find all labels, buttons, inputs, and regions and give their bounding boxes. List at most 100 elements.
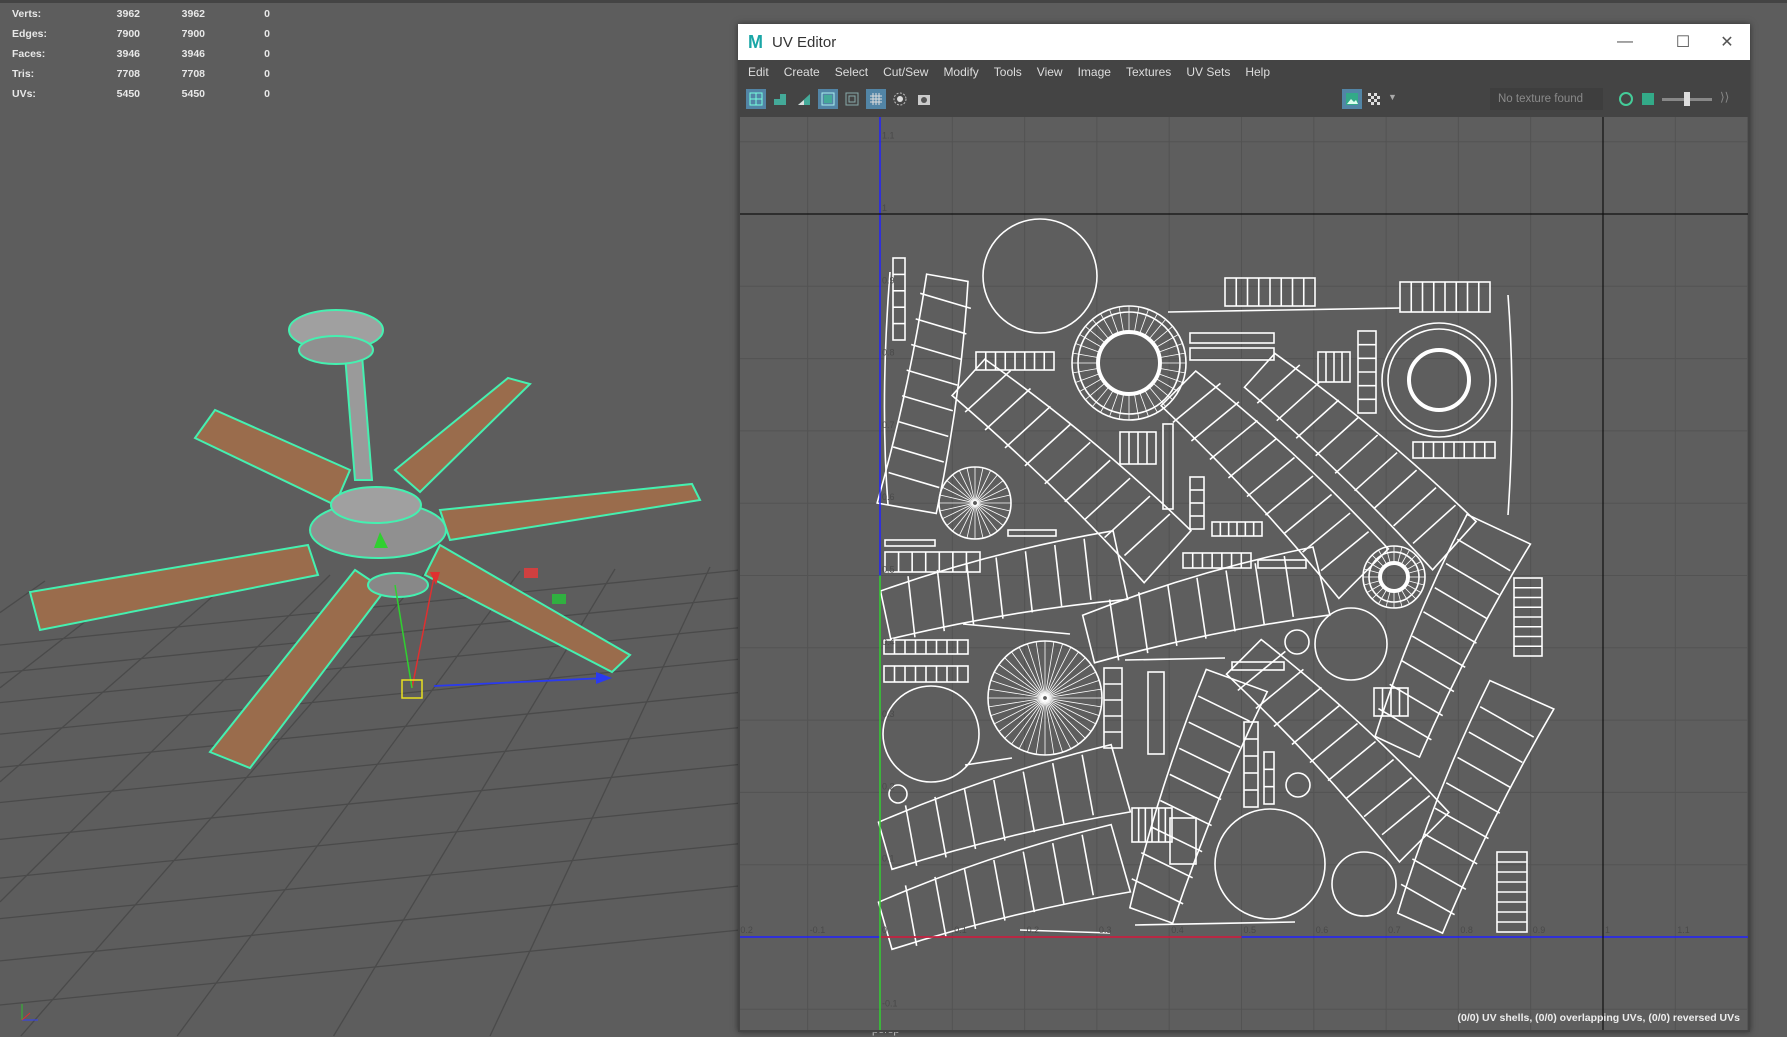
title-bar[interactable]: M UV Editor — ☐ ✕: [738, 24, 1750, 60]
uv-shell-strip: [1119, 431, 1157, 465]
hud-value: 0: [264, 8, 270, 20]
menu-textures[interactable]: Textures: [1126, 65, 1171, 79]
uv-edge: [1423, 832, 1478, 865]
uv-edge: [975, 467, 984, 502]
uv-edge: [1283, 555, 1295, 617]
uv-shell-blade: [1374, 513, 1532, 759]
shaded-uv-button[interactable]: [770, 89, 790, 109]
hud-label: Faces:: [12, 48, 46, 60]
uv-boundary-button[interactable]: [818, 89, 838, 109]
menu-cut-sew[interactable]: Cut/Sew: [883, 65, 928, 79]
menu-modify[interactable]: Modify: [943, 65, 978, 79]
hud-row-edges: Edges: 7900 7900 0: [12, 24, 270, 44]
uv-shell-blade: [1396, 679, 1555, 935]
uv-shell-strip: [1317, 351, 1351, 383]
uv-edge: [1246, 456, 1296, 498]
uv-edge: [1479, 705, 1535, 738]
menu-create[interactable]: Create: [784, 65, 820, 79]
uv-canvas[interactable]: -0.2 -0.1 0 0.1 0.2 0.3 0.4 0.5 0.6 0.7 0.8 0.9 1 1.1…: [740, 117, 1748, 1030]
minimize-icon: —: [1617, 33, 1633, 50]
menu-help[interactable]: Help: [1245, 65, 1270, 79]
uv-edge: [1022, 851, 1036, 913]
v-tick-label: 0.4: [882, 637, 895, 647]
image-toggle-button[interactable]: [1638, 89, 1658, 109]
checker-button[interactable]: [1364, 89, 1384, 109]
uv-shell-outline: [1396, 679, 1555, 935]
fan-blade: [208, 568, 387, 770]
uv-edge: [1045, 699, 1063, 753]
uv-edge: [1407, 568, 1425, 574]
uv-edge: [1411, 635, 1466, 669]
uv-edge: [1320, 530, 1370, 572]
uv-shell-blade: [877, 743, 1132, 871]
uv-shell-strip: [1007, 529, 1057, 537]
menu-uv-sets[interactable]: UV Sets: [1186, 65, 1230, 79]
rgb-channels-button[interactable]: [1616, 89, 1636, 109]
uv-edge: [1064, 459, 1111, 503]
uv-edge: [1423, 611, 1477, 644]
maximize-button[interactable]: ☐: [1660, 24, 1706, 60]
uv-edge: [1046, 698, 1100, 716]
fan-light-cap: [367, 572, 429, 598]
window-title: UV Editor: [772, 33, 837, 51]
uv-edge: [1381, 794, 1431, 836]
fan-blade: [393, 376, 532, 494]
uv-shell-disc: [1214, 808, 1326, 920]
u-tick-label: 0.5: [1244, 925, 1257, 935]
v-tick-label: 0.1: [882, 854, 895, 864]
uv-shell-strip: [883, 665, 969, 683]
menu-image[interactable]: Image: [1078, 65, 1111, 79]
uv-shell-strip: [1412, 441, 1496, 459]
fan-stem: [343, 354, 374, 481]
uv-edge: [1363, 776, 1413, 818]
uv-shell-outline: [1159, 369, 1390, 600]
distortion-button[interactable]: [794, 89, 814, 109]
uv-shell-strip: [1162, 423, 1174, 510]
v-tick-label: 0.2: [882, 781, 895, 791]
slider-handle[interactable]: [1684, 92, 1690, 106]
pixel-snap-button[interactable]: [890, 89, 910, 109]
dropdown-arrow-icon[interactable]: ▼: [1388, 92, 1397, 102]
tile-view-button[interactable]: [746, 89, 766, 109]
uv-edge: [1283, 493, 1333, 535]
uv-shell-disc: [1362, 545, 1426, 609]
close-button[interactable]: ✕: [1704, 24, 1750, 60]
uv-grid[interactable]: -0.2 -0.1 0 0.1 0.2 0.3 0.4 0.5 0.6 0.7 0.8 0.9 1 1.1…: [740, 117, 1748, 1030]
uv-edge: [1024, 551, 1034, 613]
uv-edge: [1507, 294, 1513, 516]
checker-icon: [1368, 93, 1380, 105]
grid-button[interactable]: [866, 89, 886, 109]
floor-grid-line: [0, 658, 741, 735]
expand-icon[interactable]: ⟩⟩: [1720, 90, 1729, 104]
menu-edit[interactable]: Edit: [748, 65, 769, 79]
hud-label: Tris:: [12, 68, 35, 80]
menu-view[interactable]: View: [1037, 65, 1063, 79]
uv-edge: [1118, 393, 1125, 420]
uv-edge: [904, 805, 918, 867]
uv-shell-strip: [1513, 577, 1543, 657]
uv-edge: [1400, 659, 1455, 693]
brightness-slider[interactable]: [1662, 92, 1712, 106]
hud-row-uvs: UVs: 5450 5450 0: [12, 84, 270, 104]
uv-shell-strip: [1103, 667, 1123, 749]
hud-value: 0: [264, 28, 270, 40]
texture-border-button[interactable]: [842, 89, 862, 109]
uv-edge: [1140, 851, 1193, 879]
uv-edge: [892, 446, 945, 463]
uv-edge: [1045, 699, 1072, 749]
ceiling-fan-model: [28, 309, 702, 770]
display-image-button[interactable]: [1342, 89, 1362, 109]
uv-shell-outline: [884, 539, 936, 547]
snapshot-button[interactable]: [914, 89, 934, 109]
uv-edge: [1096, 330, 1162, 396]
texture-field[interactable]: No texture found: [1490, 88, 1603, 110]
uv-edge: [1196, 577, 1207, 639]
uv-edge: [1092, 386, 1110, 407]
menu-select[interactable]: Select: [835, 65, 868, 79]
menu-tools[interactable]: Tools: [994, 65, 1022, 79]
hud-row-verts: Verts: 3962 3962 0: [12, 4, 270, 24]
uv-edge: [1131, 878, 1184, 905]
minimize-button[interactable]: —: [1602, 24, 1648, 60]
uv-edge: [1018, 647, 1045, 697]
v-tick-label: 0.7: [882, 420, 895, 430]
